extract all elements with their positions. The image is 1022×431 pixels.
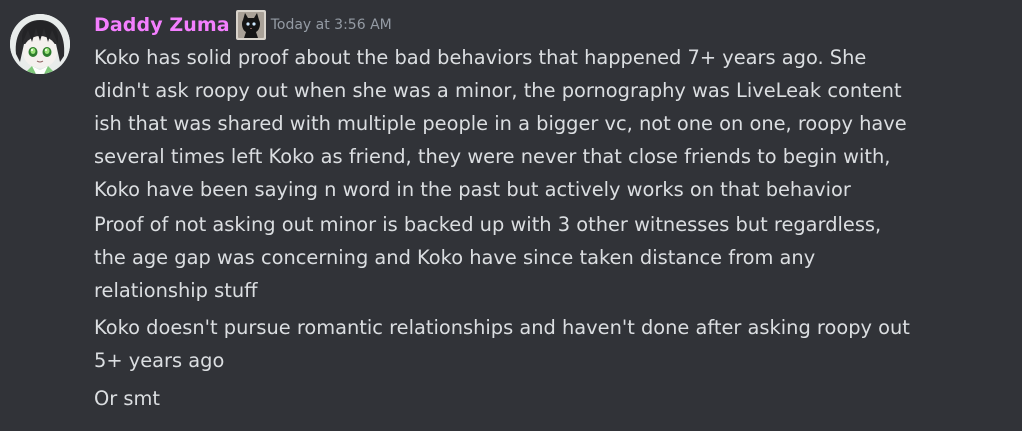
message-group: Daddy Zuma Today at 3:56 AM Koko has sol… <box>0 0 1022 431</box>
message-text: Or smt <box>94 387 160 410</box>
message-text: Koko doesn't pursue romantic relationshi… <box>94 316 910 372</box>
cat-emoji-icon[interactable] <box>235 10 266 40</box>
message-text: Koko has solid proof about the bad behav… <box>94 46 907 201</box>
message-header: Daddy Zuma Today at 3:56 AM <box>94 10 392 40</box>
message-text: Proof of not asking out minor is backed … <box>94 213 882 302</box>
username[interactable]: Daddy Zuma <box>94 14 230 36</box>
message-timestamp: Today at 3:56 AM <box>270 17 392 33</box>
user-avatar[interactable] <box>10 14 70 74</box>
anime-avatar-icon <box>10 14 70 74</box>
